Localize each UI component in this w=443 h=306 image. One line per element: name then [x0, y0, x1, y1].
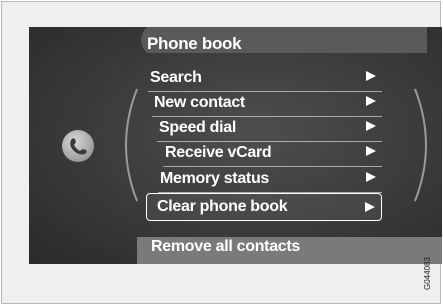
menu-item-label: Receive vCard	[165, 144, 272, 161]
menu-item-label: Speed dial	[159, 119, 237, 136]
menu-item-receive-vcard[interactable]: Receive vCard	[163, 141, 382, 167]
display-screen: Phone book Search New contact Speed dial…	[29, 27, 442, 264]
menu-item-label: Memory status	[160, 170, 270, 187]
menu-item-label: Search	[150, 69, 202, 86]
menu-item-label: New contact	[154, 94, 245, 111]
menu-item-memory-status[interactable]: Memory status	[158, 167, 382, 193]
figure-frame: Phone book Search New contact Speed dial…	[1, 1, 442, 304]
menu-item-speed-dial[interactable]: Speed dial	[157, 116, 382, 142]
right-arrow-icon	[366, 71, 376, 81]
menu-item-search[interactable]: Search	[148, 66, 382, 92]
footer-hint: Remove all contacts	[151, 238, 301, 255]
menu-item-clear-phone-book[interactable]: Clear phone book	[146, 193, 382, 221]
right-arrow-icon	[366, 96, 376, 106]
right-arrow-icon	[365, 202, 375, 212]
menu-item-label: Clear phone book	[157, 198, 288, 215]
image-code: G044083	[423, 257, 432, 290]
right-arrow-icon	[366, 172, 376, 182]
right-arrow-icon	[366, 121, 376, 131]
phone-icon	[62, 130, 94, 162]
page-title: Phone book	[147, 34, 242, 53]
right-arrow-icon	[366, 146, 376, 156]
menu-item-new-contact[interactable]: New contact	[152, 91, 382, 117]
